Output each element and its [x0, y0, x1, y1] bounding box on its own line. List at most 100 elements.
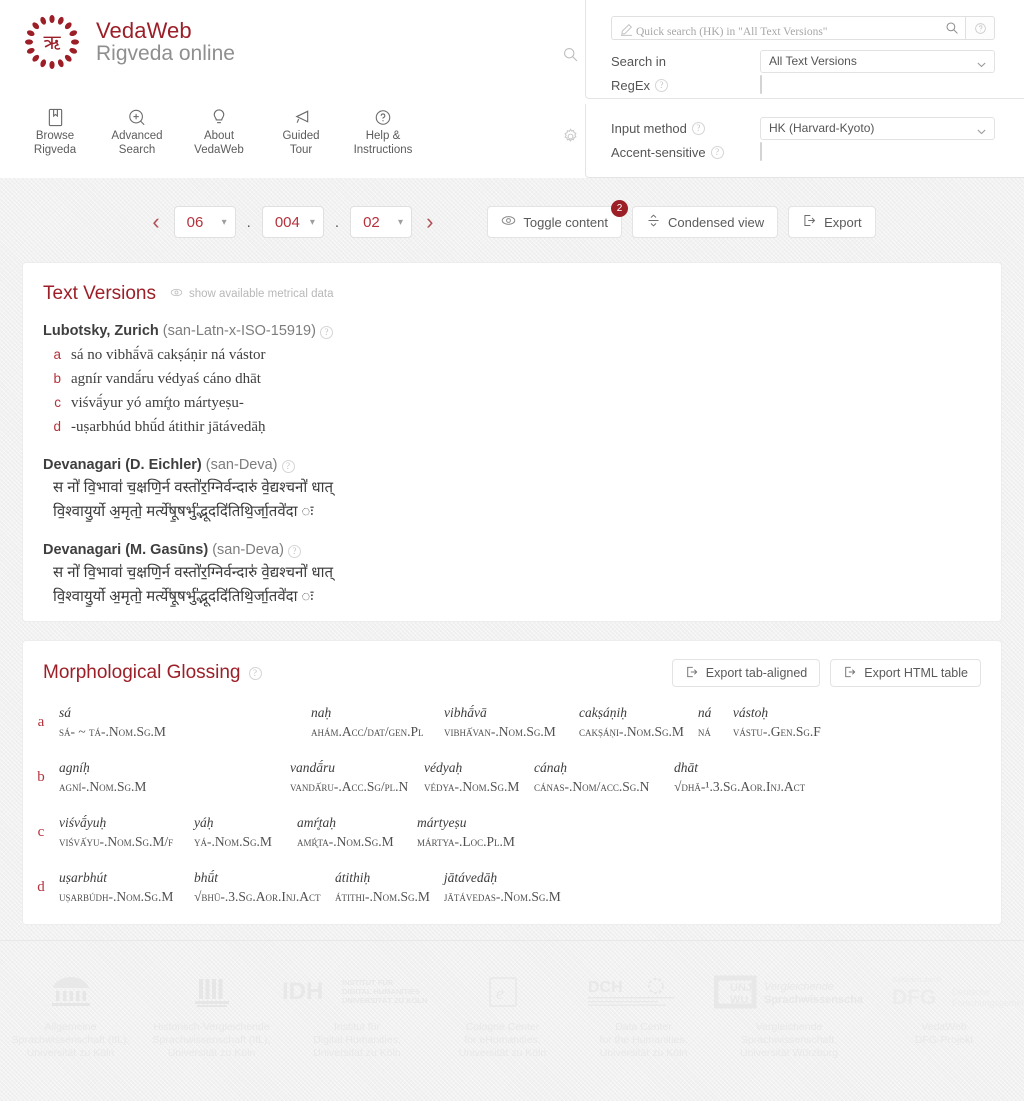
footer-logos: Allgemeine Sprachwissenschaft (IfL), Unive…	[0, 941, 1024, 1060]
nav-label-line2: Tour	[289, 143, 313, 156]
footer-logo-item[interactable]: DCH Data Center for the Humanities, Univers…	[573, 971, 714, 1060]
glossing-cell[interactable]: sá sá- ~ tá-.Nom.Sg.M	[59, 703, 311, 742]
footer-logo-item[interactable]: Gefördert durch DFG Deutsche Forschungsgeme…	[864, 971, 1024, 1060]
svg-text:INSTITUT FÜR: INSTITUT FÜR	[342, 978, 394, 987]
nav-item-browse-rigveda[interactable]: Browse Rigveda	[14, 106, 96, 157]
stanza-select[interactable]: 02 ▾	[350, 206, 413, 238]
search-in-value: All Text Versions	[769, 54, 857, 68]
text-version-code: (san-Latn-x-ISO-15919)	[158, 323, 320, 339]
glossing-cell[interactable]: védyaḥ védya-.Nom.Sg.M	[424, 758, 534, 797]
pada-label: d	[53, 419, 61, 434]
search-in-select[interactable]: All Text Versions	[760, 50, 995, 73]
footer-logo-item[interactable]: IDH INSTITUT FÜR DIGITAL HUMANITIES UNIVERS…	[282, 971, 432, 1060]
question-circle-icon[interactable]: ?	[319, 326, 333, 339]
glossing-lemma-tag: védya-.Nom.Sg.M	[424, 779, 520, 794]
glossing-cell[interactable]: yáḥ yá-.Nom.Sg.M	[194, 813, 297, 852]
svg-text:Vergleichende: Vergleichende	[764, 981, 834, 993]
gear-icon[interactable]	[562, 128, 579, 150]
glossing-cell[interactable]: jātávedāḥ jātávedas-.Nom.Sg.M	[444, 868, 584, 907]
glossing-cell[interactable]: bhū́t √bhū-.3.Sg.Aor.Inj.Act	[194, 868, 335, 907]
nav-label-line1: Help &	[365, 130, 401, 142]
footer-logo-item[interactable]: Historisch-Vergleichende Sprachwissenscha…	[141, 971, 282, 1060]
glossing-cell[interactable]: agníḥ agní-.Nom.Sg.M	[59, 758, 290, 797]
glossing-cell[interactable]: dhāt √dhā-¹.3.Sg.Aor.Inj.Act	[674, 758, 834, 797]
glossing-cell[interactable]: vástoḥ vástu-.Gen.Sg.F	[733, 703, 835, 742]
input-method-select[interactable]: HK (Harvard-Kyoto)	[760, 117, 995, 140]
condensed-view-button[interactable]: Condensed view	[631, 206, 779, 238]
text-version-name: Devanagari (D. Eichler) (san-Deva) ?	[43, 457, 1001, 473]
glossing-cell[interactable]: vibhā́vā vibhā́van-.Nom.Sg.M	[444, 703, 579, 742]
chevron-left-icon[interactable]: ‹	[148, 211, 163, 233]
eye-icon	[501, 213, 516, 231]
question-circle-icon[interactable]: ?	[710, 145, 724, 159]
brand-logo[interactable]: ऋ VedaWeb Rigveda online	[0, 0, 592, 72]
glossing-word-form: uṣarbhút	[59, 870, 108, 885]
show-metrical-data-toggle[interactable]: show available metrical data	[170, 286, 333, 302]
glossing-word-form: viśvā́yuḥ	[59, 815, 107, 830]
glossing-word-form: amŕ̥taḥ	[297, 815, 337, 830]
glossing-lemma-tag: sá- ~ tá-.Nom.Sg.M	[59, 724, 166, 739]
glossing-lemma-tag: átithi-.Nom.Sg.M	[335, 889, 430, 904]
export-label: Export	[824, 214, 862, 230]
stanza-toolbar: ‹ 06 ▾ . 004 ▾ . 02 ▾ › Toggle content 2	[0, 196, 1024, 248]
export-button[interactable]: Export	[788, 206, 876, 238]
svg-text:UNJ: UNJ	[730, 982, 752, 994]
export-icon	[685, 665, 699, 682]
pada-label: b	[53, 371, 61, 386]
footer-logo-caption: VedaWeb DFG-Projekt	[914, 1021, 974, 1046]
export-html-table-button[interactable]: Export HTML table	[830, 659, 981, 687]
search-icon[interactable]	[945, 21, 959, 39]
glossing-row-label: a	[37, 714, 45, 730]
text-version-block: Devanagari (D. Eichler) (san-Deva) ? स नो…	[23, 457, 1001, 524]
nav-label-line2: Instructions	[353, 143, 413, 156]
quick-search-help-icon[interactable]	[965, 16, 995, 40]
question-circle-icon[interactable]: ?	[691, 122, 705, 135]
glossing-word-form: védyaḥ	[424, 760, 463, 775]
devanagari-line: स नो॑ वि॒भावा॑ च॒क्षणि॒र्न वस्तो॑र॒ग्निर…	[53, 479, 334, 496]
accent-sensitive-row: Accent-sensitive ?	[611, 142, 995, 161]
svg-text:Deutsche: Deutsche	[952, 987, 990, 997]
glossing-cell[interactable]: vandā́ru vandā́ru-.Acc.Sg/pl.N	[290, 758, 424, 797]
accent-sensitive-checkbox[interactable]	[760, 142, 762, 161]
question-circle-icon[interactable]: ?	[281, 460, 295, 473]
chevron-right-icon[interactable]: ›	[422, 211, 437, 233]
glossing-title: Morphological Glossing	[43, 662, 241, 683]
glossing-cell[interactable]: amŕ̥taḥ amŕ̥ta-.Nom.Sg.M	[297, 813, 417, 852]
nav-item-advanced-search[interactable]: Advanced Search	[96, 106, 178, 157]
search-input[interactable]: Quick search (HK) in "All Text Versions"	[611, 16, 965, 40]
svg-text:WU: WU	[730, 994, 748, 1006]
header-search-icon[interactable]	[562, 46, 579, 68]
footer-logo-item[interactable]: e Cologne Center for eHumanities, Universit…	[432, 971, 573, 1060]
toggle-content-button[interactable]: Toggle content 2	[487, 200, 628, 238]
bulb-icon	[178, 108, 260, 130]
glossing-rows: a sá sá- ~ tá-.Nom.Sg.M naḥ ahám.Acc/dat/gen…	[23, 687, 1001, 915]
glossing-cell[interactable]: mártyeṣu mártya-.Loc.Pl.M	[417, 813, 537, 852]
glossing-cell[interactable]: viśvā́yuḥ viśvā́yu-.Nom.Sg.M/f	[59, 813, 194, 852]
glossing-cell[interactable]: naḥ ahám.Acc/dat/gen.Pl	[311, 703, 444, 742]
glossing-cell[interactable]: ná ná	[698, 703, 733, 742]
nav-item-guided-tour[interactable]: Guided Tour	[260, 106, 342, 157]
question-circle-icon[interactable]: ?	[287, 545, 301, 558]
stanza-value: 02	[363, 213, 380, 231]
footer-logo-item[interactable]: UNJ WU Vergleichende Sprachwissenschaft Verg…	[714, 971, 864, 1060]
nav-item-help-instructions[interactable]: Help & Instructions	[342, 106, 424, 157]
nav-item-about-vedaweb[interactable]: About VedaWeb	[178, 106, 260, 157]
regex-checkbox[interactable]	[760, 75, 762, 94]
footer-logo-item[interactable]: Allgemeine Sprachwissenschaft (IfL), Unive…	[0, 971, 141, 1060]
hymn-select[interactable]: 004 ▾	[261, 206, 324, 238]
glossing-word-form: naḥ	[311, 705, 332, 720]
glossing-cell[interactable]: cánaḥ cánas-.Nom/acc.Sg.N	[534, 758, 674, 797]
question-circle-icon[interactable]: ?	[655, 78, 669, 92]
glossing-lemma-tag: √bhū-.3.Sg.Aor.Inj.Act	[194, 889, 321, 904]
question-circle-icon[interactable]: ?	[248, 666, 262, 680]
glossing-row-label: b	[37, 769, 45, 785]
book-select[interactable]: 06 ▾	[173, 206, 236, 238]
svg-text:DIGITAL HUMANITIES: DIGITAL HUMANITIES	[342, 987, 420, 996]
glossing-cell[interactable]: uṣarbhút uṣarbúdh-.Nom.Sg.M	[59, 868, 194, 907]
glossing-lemma-tag: cakṣáṇi-.Nom.Sg.M	[579, 724, 684, 739]
glossing-cell[interactable]: átithiḥ átithi-.Nom.Sg.M	[335, 868, 444, 907]
glossing-cell[interactable]: cakṣáṇiḥ cakṣáṇi-.Nom.Sg.M	[579, 703, 698, 742]
svg-text:e: e	[496, 983, 504, 1003]
text-version-name: Devanagari (M. Gasūns) (san-Deva) ?	[43, 542, 1001, 558]
export-tab-aligned-button[interactable]: Export tab-aligned	[671, 659, 821, 687]
